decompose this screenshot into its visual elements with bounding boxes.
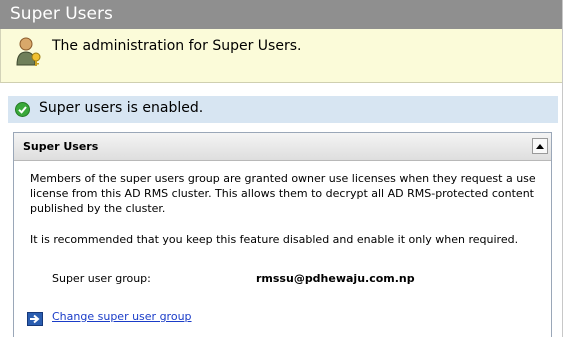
panel-recommendation: It is recommended that you keep this fea… xyxy=(30,233,519,246)
page-title: Super Users xyxy=(0,0,562,29)
status-bar: Super users is enabled. xyxy=(8,96,558,123)
panel-header: Super Users xyxy=(14,133,551,161)
super-users-panel: Super Users Members of the super users g… xyxy=(13,132,552,337)
change-super-user-group-link[interactable]: Change super user group xyxy=(52,310,192,323)
super-user-group-label: Super user group: xyxy=(52,272,151,285)
window-border xyxy=(562,0,563,337)
panel-title: Super Users xyxy=(23,140,99,153)
super-user-group-value: rmssu@pdhewaju.com.np xyxy=(256,272,415,285)
collapse-button[interactable] xyxy=(532,138,548,154)
arrow-right-icon[interactable] xyxy=(27,311,43,326)
user-key-icon xyxy=(14,35,44,67)
banner-text: The administration for Super Users. xyxy=(52,38,302,54)
chevron-up-icon xyxy=(536,144,544,149)
check-circle-icon xyxy=(15,102,30,117)
info-banner: The administration for Super Users. xyxy=(0,29,562,83)
panel-description: Members of the super users group are gra… xyxy=(30,172,536,215)
status-text: Super users is enabled. xyxy=(39,100,204,116)
